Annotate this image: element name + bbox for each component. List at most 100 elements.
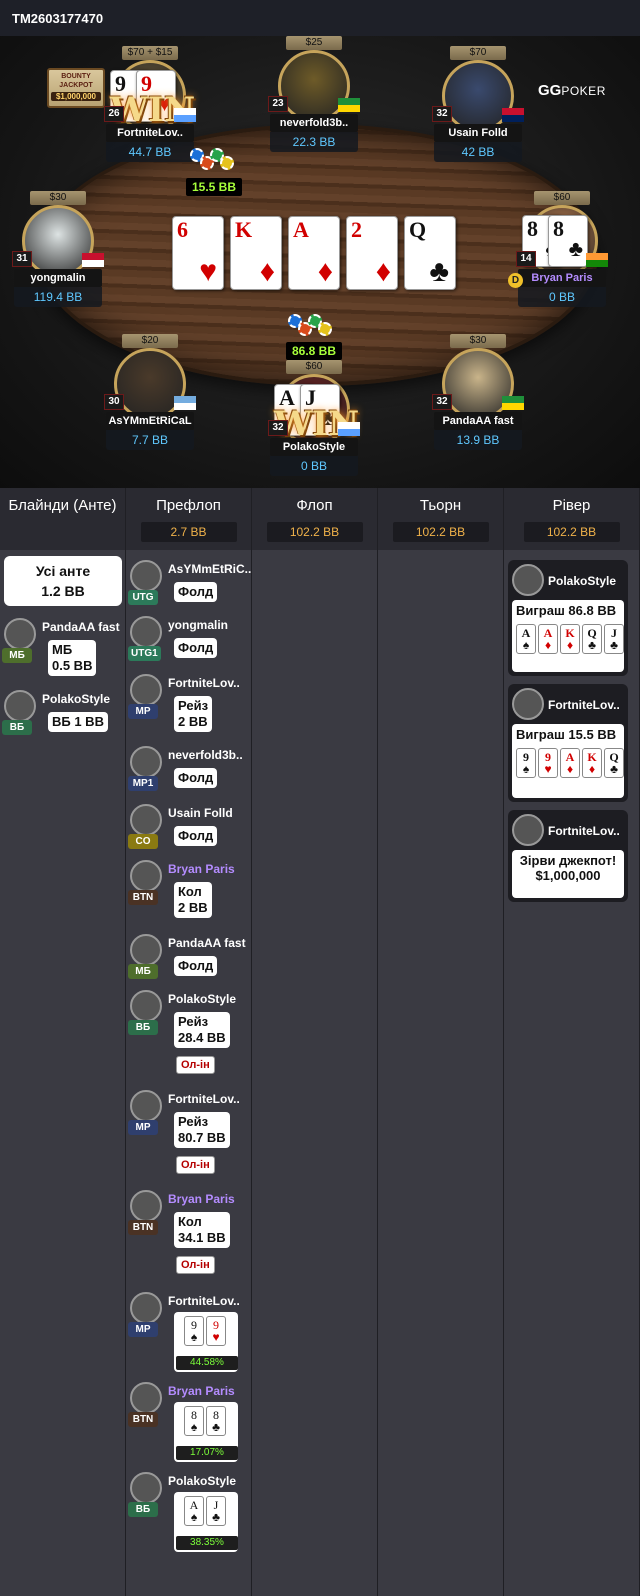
player-name[interactable]: AsYMmEtRiCaL [106,412,194,430]
seat-usain[interactable]: $70 32 Usain Folld 42 BB [428,46,528,176]
result-box: Виграш 15.5 BB 9 ♠ 9 ♥ A ♦ K ♦ Q ♣ [512,724,624,798]
action-bubble: Фолд [174,826,218,846]
player-name: FortniteLov.. [548,824,620,838]
column-title: Тьорн [419,497,462,514]
action-entry: ВБ PolakoStyle Рейз 28.4 BB Ол-ін [126,990,250,1090]
player-stack: 42 BB [434,142,522,162]
player-stack: 0 BB [270,456,358,476]
player-name[interactable]: Bryan Paris [518,269,606,287]
column-title: Блайнди (Анте) [8,497,117,514]
position-badge: BTN [128,1412,158,1427]
column-title: Флоп [296,497,333,514]
hand-history: Блайнди (Анте) Префлоп 2.7 BB Флоп 102.2 BB Т… [0,488,640,1596]
seat-bryan[interactable]: $608♠8♣14Bryan Paris0 BBD [508,191,612,321]
blinds-column: Усі анте 1.2 BB МБ PandaAA fast МБ 0.5 BB ВБ P… [0,550,126,1596]
player-level-badge: 31 [12,251,32,267]
action-entry: CO Usain Folld Фолд [126,804,250,862]
player-name: FortniteLov.. [548,698,620,712]
player-level-badge: 30 [104,394,124,410]
player-name: PandaAA fast [42,620,120,634]
ante-box: Усі анте 1.2 BB [4,556,122,606]
player-avatar [4,618,36,650]
seat-fortnite[interactable]: $70 + $159♠9♥WIN26FortniteLov..44.7 BB [100,46,200,176]
action-entry: BTN Bryan Paris Кол 2 BB [126,860,250,918]
position-badge: MP [128,1120,158,1135]
chip-icon [318,322,332,336]
action-amount: 0.5 BB [52,658,93,673]
shown-hand: 9 ♠ 9 ♥ 44.58% [174,1312,238,1372]
player-avatar [512,688,544,720]
player-name: FortniteLov.. [168,1294,240,1308]
shown-hand: A ♠ J ♣ 38.35% [174,1492,238,1552]
card-suit: ♠ [522,762,530,776]
country-flag-icon [502,108,524,122]
seat-neverfold[interactable]: $25 23 neverfold3b.. 22.3 BB [264,36,364,166]
player-name: Bryan Paris [168,1192,235,1206]
mini-card: K ♦ [560,624,580,654]
action-entry: MP FortniteLov.. Рейз 80.7 BB Ол-ін [126,1090,250,1190]
player-avatar [512,564,544,596]
action-label: Фолд [178,584,214,599]
mini-card: J ♣ [604,624,624,654]
action-amount: 2 BB [178,900,208,915]
action-entry: UTG1 yongmalin Фолд [126,616,250,674]
player-stack: 0 BB [518,287,606,307]
player-stack: 13.9 BB [434,430,522,450]
seat-polako[interactable]: $60A♠J♣WIN32PolakoStyle0 BB [264,360,364,488]
player-level-badge: 14 [516,251,536,267]
player-avatar [130,934,162,966]
card-suit: ♥ [212,1330,220,1344]
seat-stakes: $20 [122,334,178,348]
seat-stakes: $70 + $15 [122,46,178,60]
player-stack: 7.7 BB [106,430,194,450]
player-avatar [130,804,162,836]
player-avatar [512,814,544,846]
seat-panda[interactable]: $30 32 PandaAA fast 13.9 BB [428,334,528,464]
country-flag-icon [502,396,524,410]
player-avatar [130,560,162,592]
column-title: Префлоп [156,497,221,514]
position-badge: ВБ [2,720,32,735]
column-header: Флоп 102.2 BB [252,488,378,550]
position-badge: МБ [2,648,32,663]
player-avatar [130,746,162,778]
turn-column [378,550,504,1596]
ggpoker-logo: GGPOKER [538,82,606,99]
player-name[interactable]: PandaAA fast [434,412,522,430]
player-name[interactable]: yongmalin [14,269,102,287]
mini-card: A ♠ [516,624,536,654]
country-flag-icon [338,422,360,436]
player-name: PolakoStyle [168,1474,237,1488]
player-stack: 44.7 BB [106,142,194,162]
card-suit: ♣ [429,255,449,288]
player-name[interactable]: PolakoStyle [270,438,358,456]
card-rank: 6 [177,217,188,242]
board-card: K ♦ [230,216,282,290]
action-entry: MP FortniteLov.. Рейз 2 BB [126,674,250,732]
mini-card: 9 ♠ [184,1316,204,1346]
action-entry: МБ PandaAA fast Фолд [126,934,250,992]
mini-card: Q ♣ [582,624,602,654]
hand-id: TM2603177470 [12,11,104,26]
main-pot: 86.8 BB [286,342,342,360]
country-flag-icon [174,108,196,122]
card-suit: ♠ [522,638,530,652]
seat-asym[interactable]: $20 30 AsYMmEtRiCaL 7.7 BB [100,334,200,464]
card-suit: ♠ [190,1420,198,1434]
position-badge: ВБ [128,1020,158,1035]
player-avatar [130,990,162,1022]
showdown-entry: ВБ PolakoStyle A ♠ J ♣ 38.35% [126,1472,250,1558]
player-name: AsYMmEtRiC.. [168,562,252,576]
showdown-entry: BTN Bryan Paris 8 ♠ 8 ♣ 17.07% [126,1382,250,1468]
player-avatar [130,1190,162,1222]
column-pot: 2.7 BB [140,522,237,542]
player-name[interactable]: Usain Folld [434,124,522,142]
player-name[interactable]: neverfold3b.. [270,114,358,132]
seat-yongmalin[interactable]: $30 31 yongmalin 119.4 BB [8,191,108,321]
card-suit: ♣ [610,762,618,776]
player-name: PolakoStyle [42,692,111,706]
card-suit: ♥ [544,762,552,776]
player-name[interactable]: FortniteLov.. [106,124,194,142]
player-avatar [130,1472,162,1504]
mini-card: 9 ♠ [516,748,536,778]
